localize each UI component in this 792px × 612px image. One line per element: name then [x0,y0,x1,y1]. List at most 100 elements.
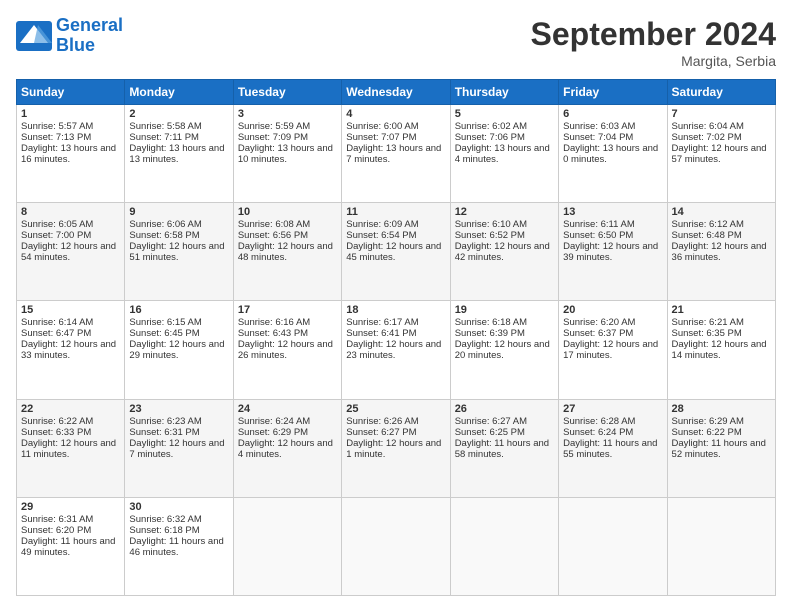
day-number: 18 [346,304,445,316]
calendar-cell: 8Sunrise: 6:05 AMSunset: 7:00 PMDaylight… [17,203,125,301]
day-number: 25 [346,403,445,415]
calendar-cell: 16Sunrise: 6:15 AMSunset: 6:45 PMDayligh… [125,301,233,399]
calendar-cell [667,497,775,595]
day-header-thursday: Thursday [450,80,558,105]
week-row-1: 1Sunrise: 5:57 AMSunset: 7:13 PMDaylight… [17,105,776,203]
sunset-text: Sunset: 6:58 PM [129,230,228,241]
calendar-cell: 17Sunrise: 6:16 AMSunset: 6:43 PMDayligh… [233,301,341,399]
sunrise-text: Sunrise: 6:20 AM [563,317,662,328]
sunset-text: Sunset: 6:52 PM [455,230,554,241]
day-header-sunday: Sunday [17,80,125,105]
calendar-cell: 12Sunrise: 6:10 AMSunset: 6:52 PMDayligh… [450,203,558,301]
daylight-text: Daylight: 12 hours and 11 minutes. [21,438,120,460]
daylight-text: Daylight: 12 hours and 23 minutes. [346,339,445,361]
sunrise-text: Sunrise: 6:27 AM [455,416,554,427]
page: General Blue September 2024 Margita, Ser… [0,0,792,612]
daylight-text: Daylight: 12 hours and 39 minutes. [563,241,662,263]
sunset-text: Sunset: 6:22 PM [672,427,771,438]
calendar-cell: 25Sunrise: 6:26 AMSunset: 6:27 PMDayligh… [342,399,450,497]
sunset-text: Sunset: 6:50 PM [563,230,662,241]
sunset-text: Sunset: 6:56 PM [238,230,337,241]
day-header-wednesday: Wednesday [342,80,450,105]
day-number: 14 [672,206,771,218]
calendar-cell [342,497,450,595]
sunset-text: Sunset: 7:07 PM [346,132,445,143]
daylight-text: Daylight: 11 hours and 55 minutes. [563,438,662,460]
daylight-text: Daylight: 12 hours and 48 minutes. [238,241,337,263]
day-number: 8 [21,206,120,218]
calendar-cell: 22Sunrise: 6:22 AMSunset: 6:33 PMDayligh… [17,399,125,497]
sunrise-text: Sunrise: 6:09 AM [346,219,445,230]
day-header-monday: Monday [125,80,233,105]
calendar-cell [450,497,558,595]
calendar-cell: 26Sunrise: 6:27 AMSunset: 6:25 PMDayligh… [450,399,558,497]
day-number: 5 [455,108,554,120]
sunrise-text: Sunrise: 6:06 AM [129,219,228,230]
sunrise-text: Sunrise: 6:08 AM [238,219,337,230]
month-title: September 2024 [531,16,776,53]
calendar-cell: 23Sunrise: 6:23 AMSunset: 6:31 PMDayligh… [125,399,233,497]
daylight-text: Daylight: 12 hours and 20 minutes. [455,339,554,361]
day-number: 29 [21,501,120,513]
sunset-text: Sunset: 7:02 PM [672,132,771,143]
day-header-tuesday: Tuesday [233,80,341,105]
day-number: 6 [563,108,662,120]
sunset-text: Sunset: 7:09 PM [238,132,337,143]
sunrise-text: Sunrise: 6:16 AM [238,317,337,328]
day-number: 17 [238,304,337,316]
daylight-text: Daylight: 11 hours and 58 minutes. [455,438,554,460]
calendar-cell: 14Sunrise: 6:12 AMSunset: 6:48 PMDayligh… [667,203,775,301]
location: Margita, Serbia [531,53,776,69]
day-number: 7 [672,108,771,120]
sunset-text: Sunset: 6:31 PM [129,427,228,438]
calendar-cell: 20Sunrise: 6:20 AMSunset: 6:37 PMDayligh… [559,301,667,399]
sunset-text: Sunset: 6:54 PM [346,230,445,241]
sunset-text: Sunset: 6:29 PM [238,427,337,438]
sunset-text: Sunset: 6:18 PM [129,525,228,536]
calendar-cell: 5Sunrise: 6:02 AMSunset: 7:06 PMDaylight… [450,105,558,203]
header-row: SundayMondayTuesdayWednesdayThursdayFrid… [17,80,776,105]
sunrise-text: Sunrise: 6:22 AM [21,416,120,427]
calendar-cell: 13Sunrise: 6:11 AMSunset: 6:50 PMDayligh… [559,203,667,301]
sunset-text: Sunset: 7:00 PM [21,230,120,241]
sunset-text: Sunset: 6:20 PM [21,525,120,536]
sunrise-text: Sunrise: 6:14 AM [21,317,120,328]
sunset-text: Sunset: 7:11 PM [129,132,228,143]
calendar-cell: 6Sunrise: 6:03 AMSunset: 7:04 PMDaylight… [559,105,667,203]
calendar-cell: 3Sunrise: 5:59 AMSunset: 7:09 PMDaylight… [233,105,341,203]
day-number: 23 [129,403,228,415]
sunset-text: Sunset: 7:06 PM [455,132,554,143]
sunrise-text: Sunrise: 6:03 AM [563,121,662,132]
sunset-text: Sunset: 7:04 PM [563,132,662,143]
daylight-text: Daylight: 12 hours and 42 minutes. [455,241,554,263]
day-number: 1 [21,108,120,120]
daylight-text: Daylight: 12 hours and 54 minutes. [21,241,120,263]
calendar-cell: 4Sunrise: 6:00 AMSunset: 7:07 PMDaylight… [342,105,450,203]
calendar-cell [233,497,341,595]
sunrise-text: Sunrise: 6:12 AM [672,219,771,230]
daylight-text: Daylight: 12 hours and 45 minutes. [346,241,445,263]
week-row-3: 15Sunrise: 6:14 AMSunset: 6:47 PMDayligh… [17,301,776,399]
sunset-text: Sunset: 6:48 PM [672,230,771,241]
day-number: 27 [563,403,662,415]
logo-line2: Blue [56,35,95,55]
daylight-text: Daylight: 12 hours and 14 minutes. [672,339,771,361]
sunset-text: Sunset: 6:35 PM [672,328,771,339]
sunrise-text: Sunrise: 6:29 AM [672,416,771,427]
day-header-saturday: Saturday [667,80,775,105]
calendar-cell [559,497,667,595]
sunrise-text: Sunrise: 6:31 AM [21,514,120,525]
calendar-cell: 7Sunrise: 6:04 AMSunset: 7:02 PMDaylight… [667,105,775,203]
sunset-text: Sunset: 6:41 PM [346,328,445,339]
day-number: 22 [21,403,120,415]
sunrise-text: Sunrise: 5:58 AM [129,121,228,132]
day-number: 11 [346,206,445,218]
calendar-cell: 10Sunrise: 6:08 AMSunset: 6:56 PMDayligh… [233,203,341,301]
day-number: 3 [238,108,337,120]
daylight-text: Daylight: 12 hours and 36 minutes. [672,241,771,263]
sunset-text: Sunset: 6:37 PM [563,328,662,339]
sunrise-text: Sunrise: 6:26 AM [346,416,445,427]
calendar-cell: 19Sunrise: 6:18 AMSunset: 6:39 PMDayligh… [450,301,558,399]
day-number: 12 [455,206,554,218]
week-row-2: 8Sunrise: 6:05 AMSunset: 7:00 PMDaylight… [17,203,776,301]
